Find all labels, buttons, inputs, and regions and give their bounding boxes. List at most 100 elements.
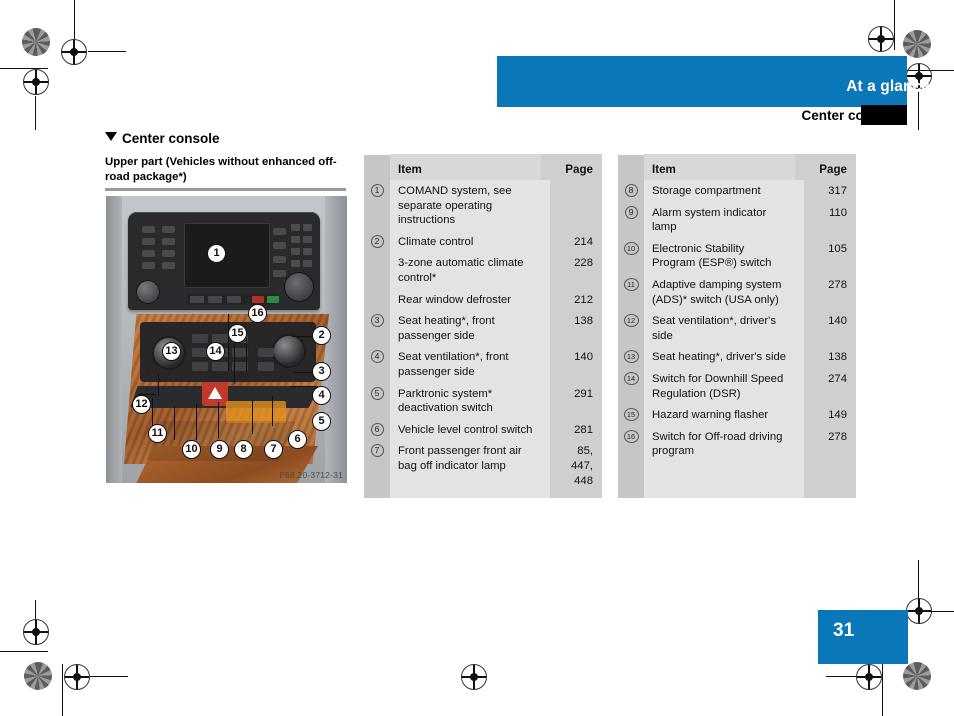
callout-3: 3 xyxy=(312,362,331,381)
callout-1: 1 xyxy=(207,244,226,263)
density-blob-icon xyxy=(903,30,931,58)
leader-line xyxy=(174,406,175,440)
crop-line xyxy=(88,51,126,52)
crop-line xyxy=(35,600,36,630)
row-item-cell: Storage compartment xyxy=(652,185,761,197)
circled-number-icon: 11 xyxy=(623,277,639,291)
row-number-cell xyxy=(364,289,390,293)
row-item-cell: Climate control xyxy=(398,235,474,248)
row-page-cell[interactable]: 140 xyxy=(541,346,602,368)
row-item-cell: Seat ventilation*, driver's side xyxy=(652,315,776,342)
callout-7: 7 xyxy=(264,440,283,459)
crop-line xyxy=(918,560,919,600)
leader-line xyxy=(234,336,235,384)
circled-number-icon: 15 xyxy=(623,408,639,422)
crop-line xyxy=(826,676,856,677)
call-button xyxy=(267,296,279,303)
table-header-row: Item Page xyxy=(364,153,602,184)
callout-13: 13 xyxy=(162,342,181,361)
row-page-cell[interactable]: 212 xyxy=(541,289,602,311)
row-page-cell[interactable]: 138 xyxy=(541,310,602,332)
leader-line xyxy=(228,314,229,370)
table-row: 4 Seat ventilation*, front passenger side… xyxy=(364,346,602,382)
row-item-cell: Seat heating*, driver's side xyxy=(652,351,787,364)
row-number-cell: 11 xyxy=(618,274,644,291)
row-number-cell: 6 xyxy=(364,419,390,436)
callout-15: 15 xyxy=(228,324,247,343)
leader-line xyxy=(246,338,247,372)
row-number-cell: 9 xyxy=(618,202,644,219)
manual-page: At a glance Center console Center consol… xyxy=(0,0,954,716)
header-item-cell: Item xyxy=(390,153,541,184)
table-header-row: Item Page xyxy=(618,153,856,184)
circled-number-icon: 16 xyxy=(623,429,639,443)
row-item-cell: Adaptive damping system (ADS)* switch (U… xyxy=(652,278,782,306)
row-number-cell: 15 xyxy=(618,404,644,422)
row-number-cell: 13 xyxy=(618,346,644,364)
leader-line xyxy=(196,404,197,440)
hazard-warning-flasher-switch xyxy=(202,382,228,406)
row-page-cell[interactable]: 140 xyxy=(795,310,856,332)
leader-line xyxy=(290,386,318,387)
row-page-cell[interactable]: 138 xyxy=(795,346,856,368)
parts-table-left: Item Page 1 COMAND system, see separate o… xyxy=(364,153,602,498)
row-page-cell[interactable] xyxy=(541,180,602,187)
row-page-cell[interactable]: 105 xyxy=(795,238,856,260)
table-body: 8 Storage compartment 317 9 Alarm system ind… xyxy=(618,180,856,498)
registration-target-icon xyxy=(61,39,87,65)
comand-display xyxy=(184,223,270,288)
table-row: 9 Alarm system indicator lamp 110 xyxy=(618,202,856,238)
callout-14: 14 xyxy=(206,342,225,361)
density-blob-icon xyxy=(24,662,52,690)
row-page-cell[interactable]: 110 xyxy=(795,202,856,224)
circled-number-icon: 9 xyxy=(624,205,638,219)
table-row: 14 Switch for Downhill Speed Regulation (… xyxy=(618,368,856,404)
comand-controller xyxy=(284,272,314,302)
row-page-cell[interactable]: 214 xyxy=(541,231,602,253)
circled-number-icon: 5 xyxy=(370,386,384,400)
row-number-cell xyxy=(364,252,390,256)
header-number-cell xyxy=(618,155,644,182)
circled-number-icon: 4 xyxy=(370,350,384,364)
row-page-cell[interactable]: 278 xyxy=(795,426,856,448)
chapter-title: At a glance xyxy=(846,78,930,95)
crop-line xyxy=(62,664,63,716)
row-page-cell[interactable]: 317 xyxy=(795,180,856,202)
circled-number-icon: 3 xyxy=(370,314,384,328)
triangle-bullet-icon xyxy=(105,132,117,141)
registration-target-icon xyxy=(23,69,49,95)
row-page-cell[interactable]: 149 xyxy=(795,404,856,426)
row-page-cell[interactable]: 274 xyxy=(795,368,856,390)
section-subtitle: Upper part (Vehicles without enhanced of… xyxy=(105,156,337,183)
row-page-cell[interactable]: 278 xyxy=(795,274,856,296)
row-page-cell[interactable]: 281 xyxy=(541,419,602,441)
row-page-cell[interactable]: 291 xyxy=(541,383,602,405)
header-item-cell: Item xyxy=(644,153,795,184)
row-number-cell: 4 xyxy=(364,346,390,364)
circled-number-icon: 12 xyxy=(623,314,639,328)
row-page-cell[interactable]: 85, 447, 448 xyxy=(541,440,602,491)
figure-left-trim xyxy=(106,196,122,483)
table-row: 7 Front passenger front air bag off indic… xyxy=(364,440,602,491)
callout-10: 10 xyxy=(182,440,201,459)
crop-line xyxy=(906,70,954,71)
table-row: 2 Climate control 214 xyxy=(364,231,602,253)
comand-head-unit xyxy=(128,212,320,310)
crop-line xyxy=(35,96,36,130)
density-blob-icon xyxy=(22,28,50,56)
row-number-cell: 16 xyxy=(618,426,644,443)
table-row: 10 Electronic Stability Program (ESP®) sw… xyxy=(618,238,856,274)
circled-number-icon: 10 xyxy=(623,241,639,255)
page-number-block: 31 xyxy=(818,610,908,664)
row-item-cell: Alarm system indicator lamp xyxy=(652,206,767,234)
row-item-cell: COMAND system, see separate operating in… xyxy=(398,185,512,227)
table-body: 1 COMAND system, see separate operating i… xyxy=(364,180,602,498)
row-page-cell[interactable]: 228 xyxy=(541,252,602,274)
crop-line xyxy=(882,664,883,716)
registration-target-icon xyxy=(906,598,932,624)
registration-target-icon xyxy=(23,619,49,645)
callout-16: 16 xyxy=(248,304,267,323)
table-row: 5 Parktronic system* deactivation switch 2… xyxy=(364,383,602,419)
callout-5: 5 xyxy=(312,412,331,431)
divider xyxy=(105,188,346,191)
